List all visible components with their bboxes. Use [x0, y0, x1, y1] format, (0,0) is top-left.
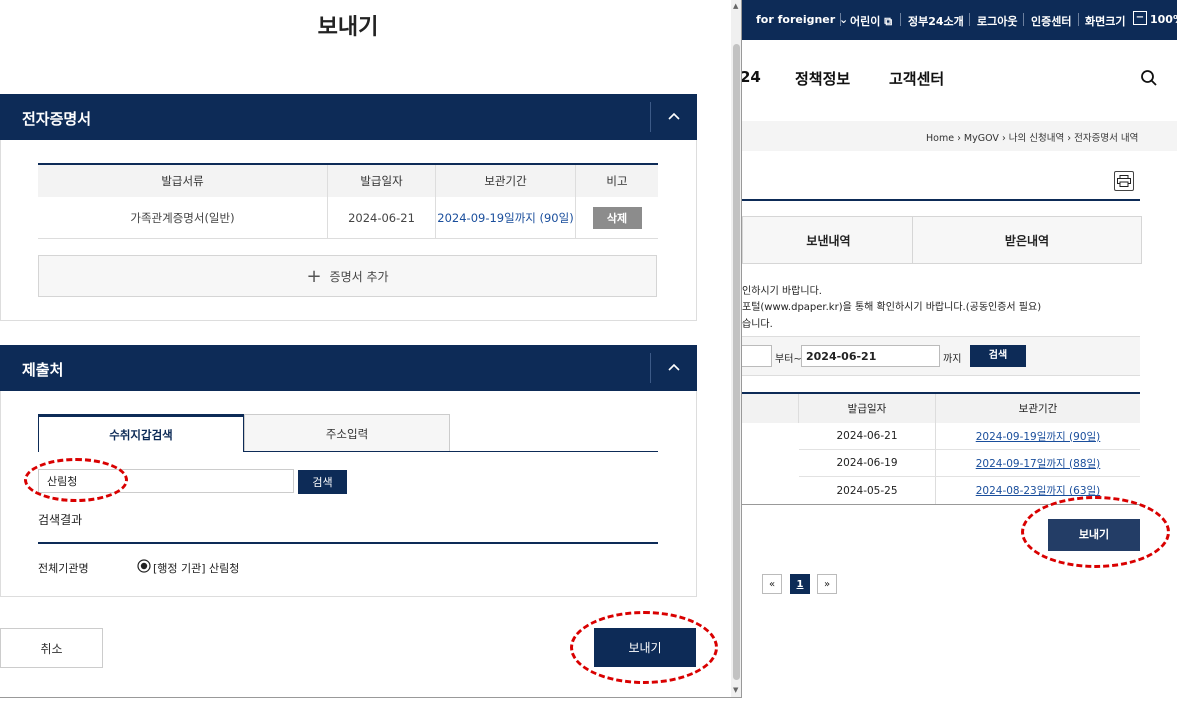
add-cert-button[interactable]: + 증명서 추가 — [38, 255, 657, 297]
breadcrumb-current: 전자증명서 내역 — [1074, 133, 1139, 144]
title-divider — [742, 199, 1140, 201]
org-search-button[interactable]: 검색 — [298, 470, 347, 494]
cert-cell-doc: 가족관계증명서(일반) — [38, 197, 328, 239]
next-page-button[interactable]: » — [817, 574, 837, 594]
from-label: 부터~ — [775, 354, 802, 365]
chevron-right-icon: › — [957, 133, 964, 144]
breadcrumb-mygov[interactable]: MyGOV — [964, 133, 999, 144]
notice-line: 포털(www.dpaper.kr)을 통해 확인하시기 바랍니다.(공동인증서 … — [742, 302, 1042, 313]
org-option-label: [행정 기관] 산림청 — [153, 561, 240, 575]
add-cert-label: 증명서 추가 — [329, 269, 389, 284]
send-modal: 보내기 전자증명서 발급서류 발급일자 보관기간 비고 가족관계증명서(일반) … — [0, 0, 742, 698]
prev-page-button[interactable]: « — [762, 574, 782, 594]
kids-link[interactable]: 어린이 ⧉ — [850, 13, 892, 29]
org-option[interactable]: [행정 기관] 산림청 — [137, 559, 239, 576]
utility-topbar: for foreigner ⌄ 어린이 ⧉ 정부24소개 로그아웃 인증센터 화… — [742, 0, 1177, 40]
print-icon[interactable] — [1114, 171, 1134, 191]
screen-size-label: 화면크기 — [1085, 15, 1126, 28]
end-date-field[interactable]: 2024-06-21 — [801, 345, 940, 367]
submit-section-header[interactable]: 제출처 — [0, 345, 697, 391]
page-1-button[interactable]: 1 — [790, 574, 810, 594]
radio-icon[interactable] — [137, 559, 151, 576]
plus-icon: + — [306, 265, 322, 287]
nav-partial-label[interactable]: 24 — [740, 68, 761, 86]
for-foreigner-link[interactable]: for foreigner ⌄ — [756, 13, 848, 26]
tab-address-input[interactable]: 주소입력 — [244, 414, 450, 452]
scroll-up-icon[interactable]: ▲ — [733, 2, 738, 10]
scroll-down-icon[interactable]: ▼ — [733, 686, 738, 694]
zoom-out-icon[interactable]: − — [1133, 11, 1147, 25]
org-name-label: 전체기관명 — [38, 562, 89, 575]
start-date-field[interactable] — [742, 345, 772, 367]
table-cell-period[interactable]: 2024-09-19일까지 (90일) — [936, 423, 1140, 450]
to-label: 까지 — [943, 354, 962, 365]
cancel-button[interactable]: 취소 — [0, 628, 103, 668]
cert-cell-action: 삭제 — [576, 197, 658, 239]
cert-section-header[interactable]: 전자증명서 — [0, 94, 697, 140]
breadcrumb: Home › MyGOV › 나의 신청내역 › 전자증명서 내역 — [926, 130, 1138, 144]
delete-button[interactable]: 삭제 — [592, 207, 642, 229]
cert-cell-date: 2024-06-21 — [328, 197, 436, 239]
breadcrumb-home[interactable]: Home — [926, 133, 954, 144]
search-result-label: 검색결과 — [38, 513, 83, 527]
date-search-button[interactable]: 검색 — [970, 345, 1026, 367]
table-cell-date: 2024-05-25 — [799, 477, 936, 504]
cert-center-link[interactable]: 인증센터 — [1031, 13, 1071, 29]
breadcrumb-apply-history[interactable]: 나의 신청내역 — [1009, 133, 1064, 144]
highlight-annotation — [570, 611, 718, 684]
cert-cell-period: 2024-09-19일까지 (90일) — [436, 197, 576, 239]
notice-line: 인하시기 바랍니다. — [742, 286, 822, 297]
table-cell-date: 2024-06-19 — [799, 450, 936, 477]
table-header-cell — [742, 394, 799, 423]
cert-header-note: 비고 — [576, 165, 658, 197]
highlight-annotation — [1021, 496, 1170, 568]
cert-header-doc: 발급서류 — [38, 165, 328, 197]
nav-customer-center[interactable]: 고객센터 — [889, 68, 944, 89]
submit-section-title: 제출처 — [22, 361, 64, 379]
intro-link[interactable]: 정부24소개 — [908, 13, 964, 29]
tab-received[interactable]: 받은내역 — [912, 216, 1142, 264]
chevron-up-icon[interactable] — [664, 357, 684, 377]
tab-wallet-search[interactable]: 수취지갑검색 — [38, 414, 244, 452]
cert-header-date: 발급일자 — [328, 165, 436, 197]
chevron-right-icon: › — [1001, 133, 1009, 144]
chevron-up-icon[interactable] — [664, 106, 684, 126]
nav-policy-info[interactable]: 정책정보 — [795, 68, 850, 89]
scrollbar-thumb[interactable] — [733, 44, 740, 680]
cert-header-period: 보관기간 — [436, 165, 576, 197]
logout-link[interactable]: 로그아웃 — [977, 13, 1017, 29]
table-cell-date: 2024-06-21 — [799, 423, 936, 450]
tab-sent[interactable]: 보낸내역 — [742, 216, 915, 264]
table-header-period: 보관기간 — [936, 394, 1140, 423]
highlight-annotation — [24, 458, 128, 502]
cert-section-title: 전자증명서 — [22, 110, 92, 128]
modal-title: 보내기 — [317, 15, 379, 40]
search-icon[interactable] — [1140, 69, 1158, 91]
table-header-date: 발급일자 — [799, 394, 936, 423]
notice-line: 습니다. — [742, 319, 773, 330]
zoom-level: 100% — [1150, 13, 1177, 26]
table-cell-period[interactable]: 2024-09-17일까지 (88일) — [936, 450, 1140, 477]
